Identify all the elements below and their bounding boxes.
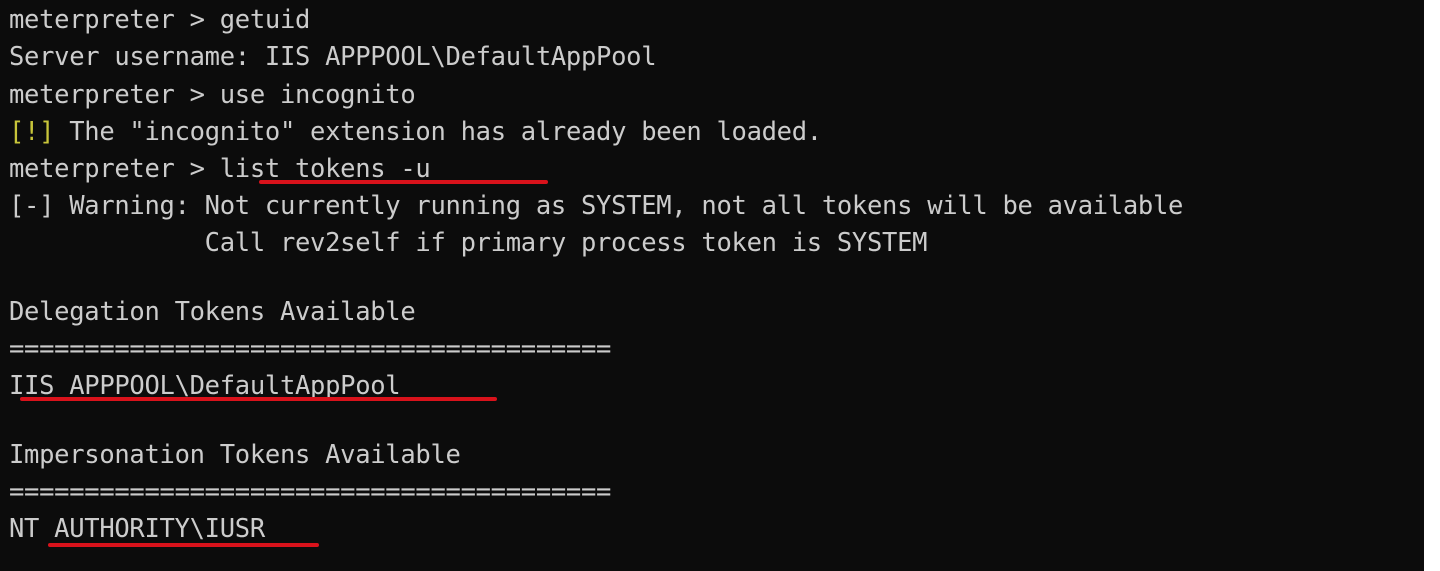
terminal-line-getuid: meterpreter > getuid <box>9 5 311 35</box>
incognito-loaded-message: The "incognito" extension has already be… <box>54 117 822 147</box>
delegation-token-highlight <box>20 397 497 401</box>
impersonation-token-entry: NT AUTHORITY\IUSR <box>9 514 265 544</box>
terminal-line-use-incognito: meterpreter > use incognito <box>9 80 416 110</box>
terminal-line-server-username: Server username: IIS APPPOOL\DefaultAppP… <box>9 42 657 72</box>
impersonation-tokens-heading: Impersonation Tokens Available <box>9 440 461 470</box>
delegation-tokens-separator: ======================================== <box>9 334 612 364</box>
terminal-line-warning: [-] Warning: Not currently running as SY… <box>9 191 1184 221</box>
terminal-window[interactable]: meterpreter > getuid Server username: II… <box>0 0 1424 571</box>
impersonation-token-highlight <box>48 543 319 547</box>
terminal-line-incognito-loaded: [!] The "incognito" extension has alread… <box>9 114 822 150</box>
impersonation-tokens-separator: ======================================== <box>9 477 612 507</box>
delegation-tokens-heading: Delegation Tokens Available <box>9 297 416 327</box>
list-tokens-highlight <box>259 180 548 184</box>
terminal-line-rev2self-hint: Call rev2self if primary process token i… <box>9 228 928 258</box>
warning-tag: [!] <box>9 117 55 147</box>
